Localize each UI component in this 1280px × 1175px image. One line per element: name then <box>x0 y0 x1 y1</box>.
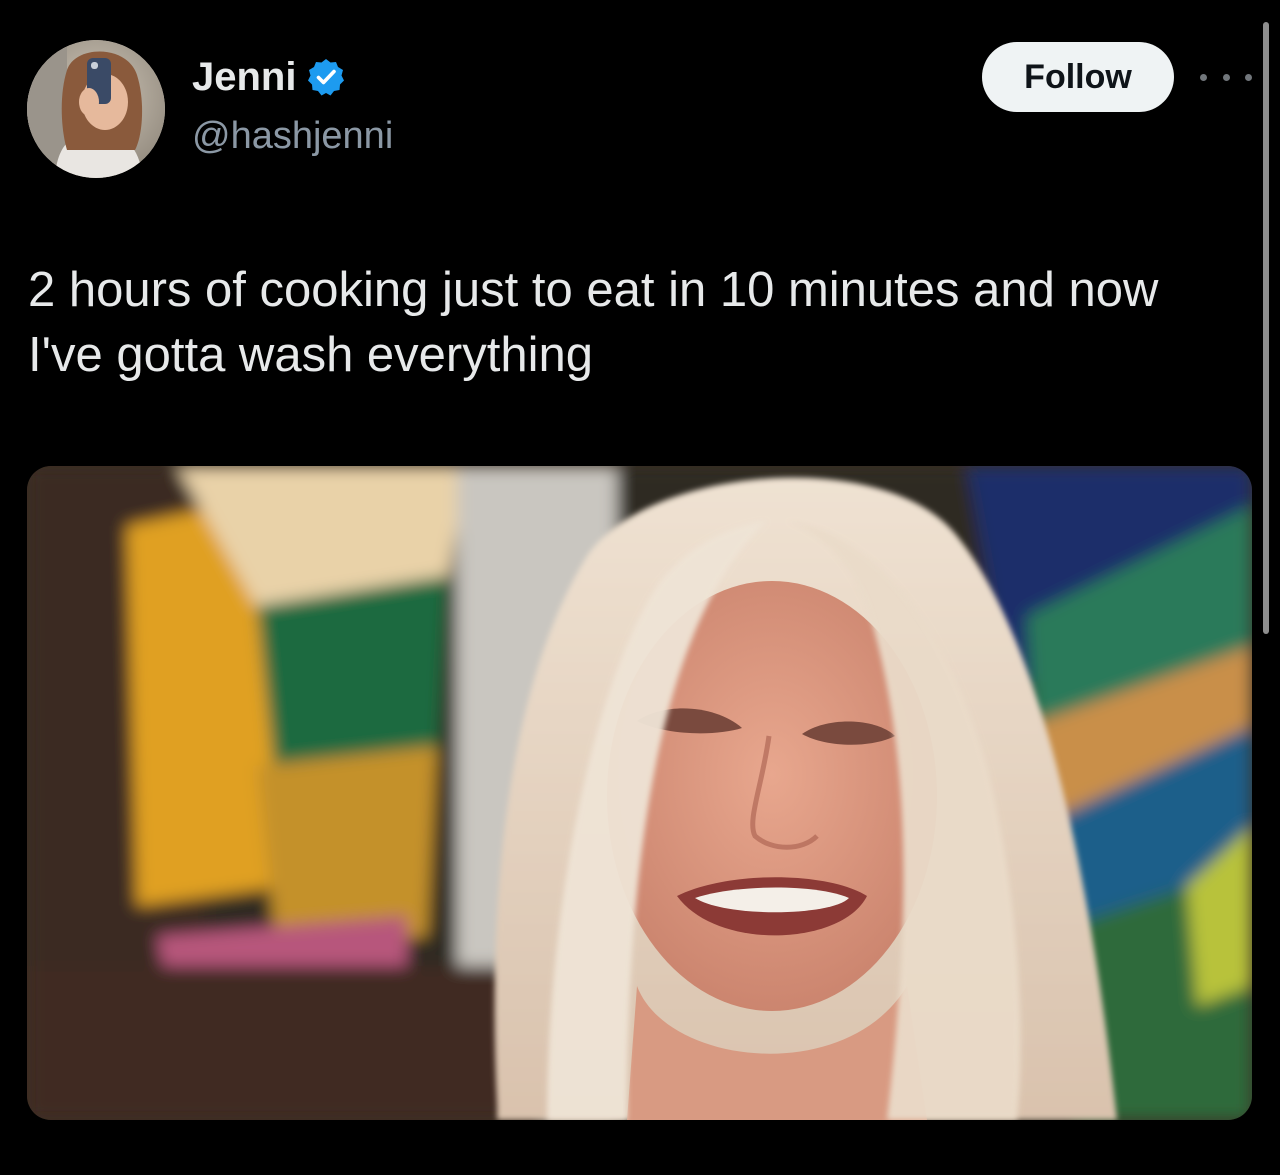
author-display-name[interactable]: Jenni <box>192 52 296 102</box>
tweet-media[interactable] <box>27 466 1252 1120</box>
dot <box>1245 73 1252 81</box>
crying-woman-photo-icon <box>27 466 1252 1120</box>
dot <box>1222 73 1230 81</box>
tweet-text: 2 hours of cooking just to eat in 10 min… <box>28 263 1159 382</box>
author-handle[interactable]: @hashjenni <box>192 112 393 160</box>
verified-badge-icon[interactable] <box>306 57 346 97</box>
scrollbar[interactable] <box>1263 22 1269 634</box>
more-options-icon[interactable] <box>1200 62 1252 92</box>
avatar-photo-icon <box>27 40 165 178</box>
follow-button[interactable]: Follow <box>982 42 1174 112</box>
author-name-row: Jenni <box>192 52 346 102</box>
author-avatar[interactable] <box>27 40 165 178</box>
dot <box>1200 73 1207 81</box>
tweet-card: Jenni @hashjenni Follow 2 hours of cooki… <box>0 0 1280 1175</box>
